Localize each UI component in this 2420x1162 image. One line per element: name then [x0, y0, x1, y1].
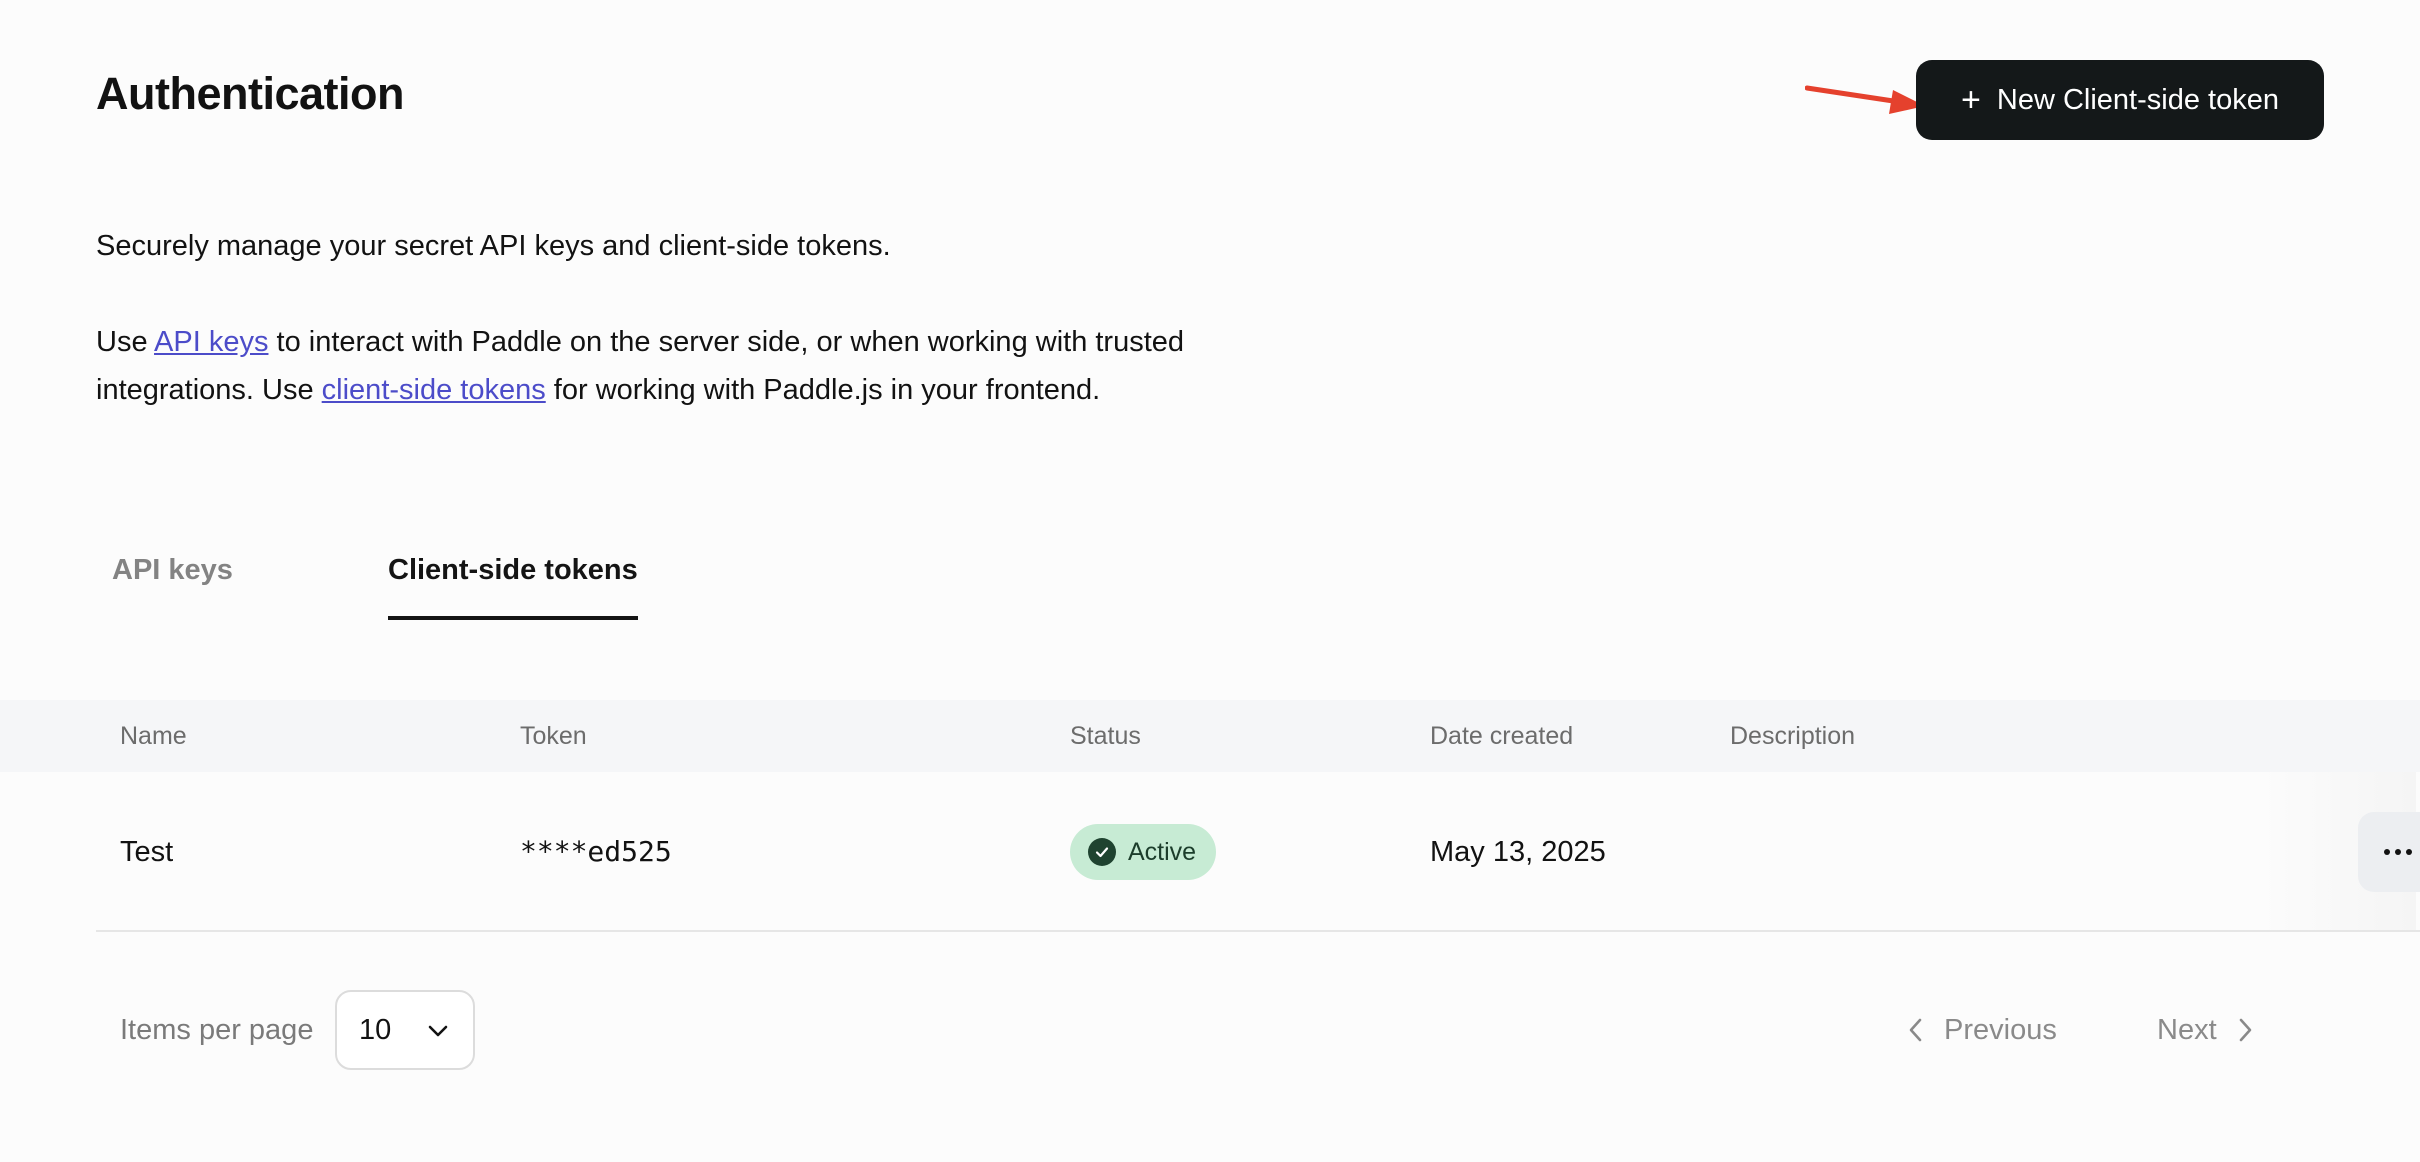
more-horizontal-icon: [2384, 849, 2412, 855]
chevron-left-icon: [1909, 1018, 1922, 1042]
intro-line: Securely manage your secret API keys and…: [96, 230, 891, 262]
token-value-cell: ****ed525: [520, 835, 672, 868]
annotation-arrow-icon: [1805, 85, 1925, 114]
row-actions-button[interactable]: [2358, 812, 2420, 892]
table-row[interactable]: Test ****ed525 Active May 13, 2025: [96, 772, 2420, 932]
tab-client-side-tokens[interactable]: Client-side tokens: [388, 548, 638, 620]
column-header-token: Token: [520, 722, 587, 750]
column-header-description: Description: [1730, 722, 1856, 750]
intro-text-segment: for working with Paddle.js in your front…: [545, 374, 1101, 406]
api-keys-link[interactable]: API keys: [154, 326, 268, 358]
intro-paragraph: Use API keys to interact with Paddle on …: [96, 318, 1296, 414]
next-label: Next: [2157, 1013, 2217, 1046]
items-per-page-select[interactable]: 10: [335, 990, 475, 1070]
column-header-date-created: Date created: [1430, 722, 1574, 750]
new-token-label: New Client-side token: [1996, 83, 2279, 116]
plus-icon: +: [1961, 81, 1981, 119]
intro-text: Securely manage your secret API keys and…: [96, 222, 1296, 414]
status-badge: Active: [1070, 824, 1217, 880]
column-header-status: Status: [1070, 722, 1141, 750]
check-circle-icon: [1088, 838, 1116, 866]
status-label: Active: [1128, 837, 1197, 866]
date-created-cell: May 13, 2025: [1430, 836, 1606, 868]
column-header-name: Name: [120, 722, 187, 750]
table-header: Name Token Status Date created Descripti…: [0, 700, 2420, 772]
items-per-page-value: 10: [359, 1014, 392, 1046]
previous-page-button[interactable]: Previous: [1906, 990, 2057, 1070]
new-client-side-token-button[interactable]: + New Client-side token: [1916, 60, 2324, 140]
page-title: Authentication: [96, 68, 404, 119]
chevron-down-icon: [428, 1025, 448, 1037]
pagination: Items per page 10 Previous Next: [96, 990, 2420, 1070]
tab-bar: API keys Client-side tokens: [96, 548, 638, 620]
next-page-button[interactable]: Next: [2157, 990, 2255, 1070]
token-name-cell: Test: [120, 836, 174, 868]
items-per-page-label: Items per page: [120, 1014, 314, 1046]
intro-text-segment: Use: [96, 326, 155, 358]
previous-label: Previous: [1944, 1013, 2057, 1046]
client-side-tokens-link[interactable]: client-side tokens: [322, 374, 546, 406]
chevron-right-icon: [2239, 1018, 2251, 1042]
tab-api-keys[interactable]: API keys: [112, 548, 388, 620]
